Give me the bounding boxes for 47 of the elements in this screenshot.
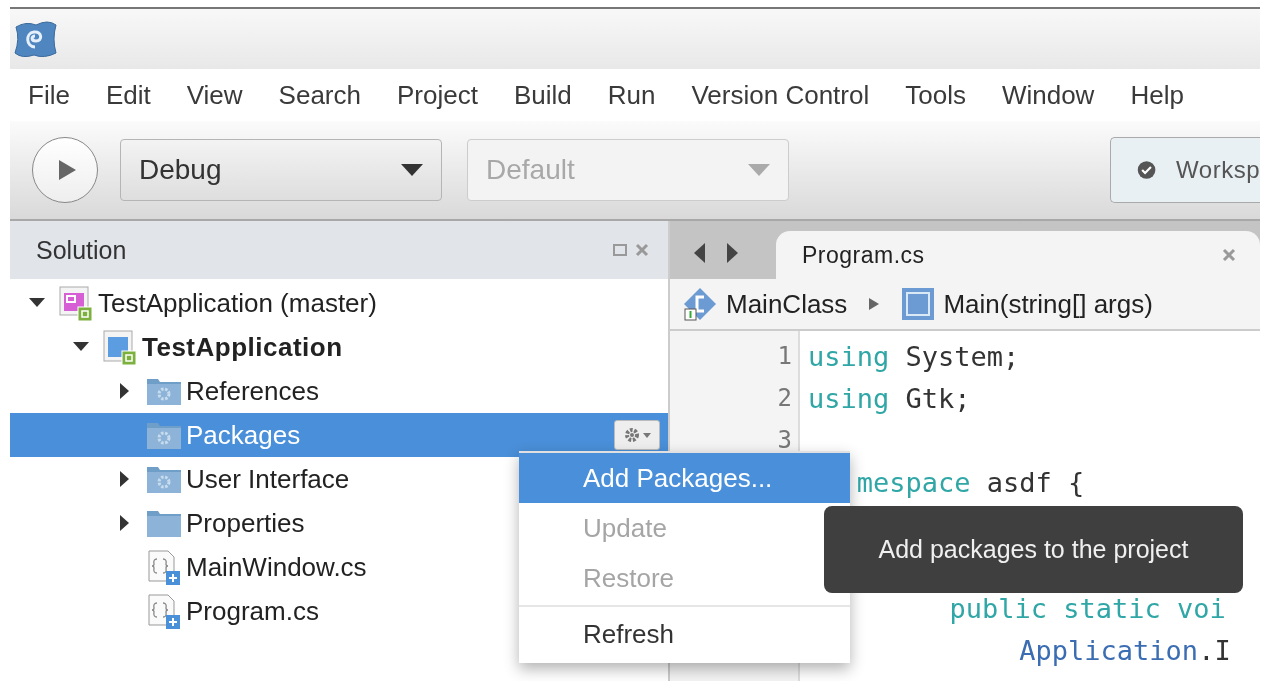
menu-item[interactable]: Help <box>1130 79 1184 111</box>
editor-tab[interactable]: Program.cs <box>776 231 1260 279</box>
line-number: 1 <box>777 342 792 370</box>
code-line: using Gtk; <box>808 382 971 414</box>
tree-item[interactable]: TestApplication <box>10 325 668 369</box>
code-line: Application.I <box>1019 634 1231 666</box>
caret-icon <box>748 164 770 176</box>
options-button[interactable] <box>614 420 660 450</box>
code-line: mespace asdf { <box>856 466 1085 498</box>
tree-item[interactable]: TestApplication (master) <box>10 281 668 325</box>
play-icon <box>57 158 77 182</box>
menu-item[interactable]: Version Control <box>691 79 870 111</box>
tree-item[interactable]: References <box>10 369 668 413</box>
caret-icon <box>643 432 651 438</box>
panel-title: Solution <box>36 235 128 265</box>
method-icon <box>901 287 936 321</box>
status-text: Worksp <box>1176 156 1260 184</box>
code-file-icon <box>146 549 182 585</box>
project-icon <box>102 329 138 365</box>
caret-icon <box>401 164 423 176</box>
menu-item[interactable]: Run <box>607 79 656 111</box>
menu-item[interactable]: Build <box>513 79 572 111</box>
tooltip-text: Add packages to the project <box>878 535 1189 564</box>
menu-item[interactable]: Project <box>397 79 478 111</box>
right-arrow-icon[interactable] <box>726 243 738 263</box>
configuration-dropdown[interactable]: Debug <box>120 139 442 201</box>
line-number: 3 <box>777 426 792 454</box>
menu-item[interactable]: Tools <box>905 79 966 111</box>
menu-item[interactable]: Search <box>278 79 361 111</box>
gear-icon <box>623 426 641 444</box>
menu-item[interactable]: Refresh <box>519 609 850 659</box>
class-icon <box>682 286 718 322</box>
code-line: public static voi <box>949 592 1226 624</box>
menu-item[interactable]: File <box>28 79 70 111</box>
app-logo-icon <box>12 19 58 59</box>
code-file-icon <box>146 593 182 629</box>
breadcrumb-item[interactable]: MainClass <box>682 286 848 322</box>
close-icon[interactable] <box>1222 248 1236 262</box>
separator-arrow-icon <box>869 298 880 310</box>
line-number: 2 <box>777 384 792 412</box>
left-arrow-icon[interactable] <box>694 243 706 263</box>
menu-item[interactable]: Edit <box>105 79 151 111</box>
solution-icon <box>58 285 94 321</box>
menu-item[interactable]: View <box>186 79 243 111</box>
menu-item[interactable]: Window <box>1001 79 1095 111</box>
breadcrumb-item[interactable]: Main(string[] args) <box>901 287 1153 321</box>
code-line: using System; <box>808 340 1020 372</box>
